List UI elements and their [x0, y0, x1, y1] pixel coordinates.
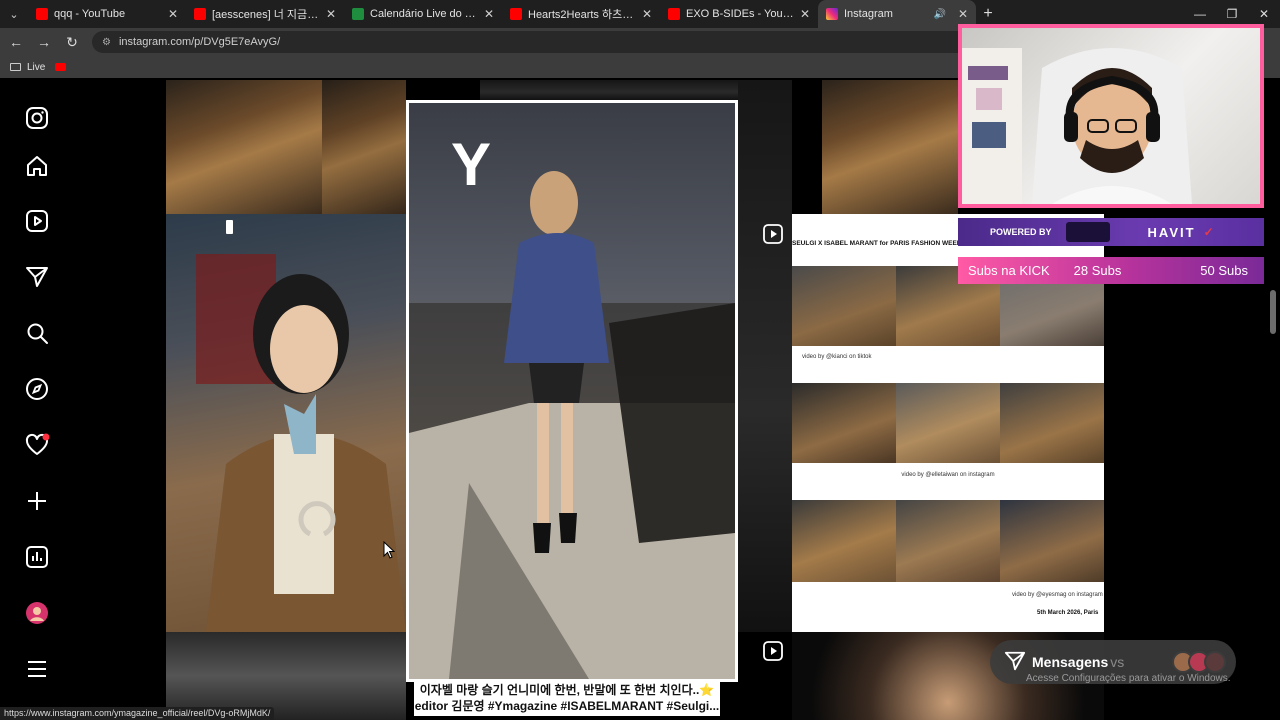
video-credit: video by @elletaiwan on instagram — [901, 472, 995, 478]
messages-label: Mensagens — [1032, 654, 1109, 670]
youtube-icon — [194, 8, 206, 20]
status-bar-url: https://www.instagram.com/ymagazine_offi… — [0, 707, 275, 720]
instagram-icon — [826, 8, 838, 20]
subs-goal: 50 Subs — [1200, 263, 1248, 278]
photo-row — [792, 500, 1104, 582]
tab-title: Hearts2Hearts 하츠투하츠 'RUI — [528, 9, 636, 21]
photo-row — [792, 383, 1104, 463]
create-plus-icon[interactable] — [24, 488, 50, 514]
sponsor-logo-icon — [1065, 222, 1110, 242]
reel-indicator-icon — [226, 220, 233, 234]
direct-messages-icon — [1004, 650, 1026, 675]
tab-title: qqq - YouTube — [54, 8, 126, 20]
address-url: instagram.com/p/DVg5E7eAvyG/ — [118, 36, 281, 48]
post-thumbnail[interactable] — [480, 80, 740, 100]
post-card-date: 5th March 2026, Paris — [1037, 610, 1099, 616]
close-icon[interactable]: ✕ — [168, 7, 178, 21]
tab-0[interactable]: qqq - YouTube ✕ — [28, 0, 186, 28]
instagram-sidebar — [0, 78, 76, 720]
sponsor-mark-icon: ✓ — [1203, 225, 1214, 239]
subs-label: Subs na KICK — [968, 263, 1050, 278]
insights-icon[interactable] — [24, 544, 50, 570]
reload-button[interactable]: ↻ — [60, 30, 84, 54]
tab-title: [aesscenes] 너 지금 어렵다고 할 — [212, 9, 320, 21]
play-icon[interactable] — [763, 224, 783, 244]
avatar — [1204, 651, 1226, 673]
tab-search-button[interactable]: ⌄ — [0, 0, 28, 28]
home-icon[interactable] — [24, 153, 50, 179]
tab-title: Instagram — [844, 8, 893, 20]
tab-5[interactable]: Instagram 🔊 ✕ — [818, 0, 976, 28]
page-scrollbar[interactable] — [1270, 290, 1276, 334]
play-icon[interactable] — [763, 641, 783, 661]
sheets-icon — [352, 8, 364, 20]
youtube-icon — [668, 8, 680, 20]
webcam-illustration — [962, 48, 1192, 204]
tab-2[interactable]: Calendário Live do Tohr - Goog ✕ — [344, 0, 502, 28]
notifications-heart-icon[interactable] — [24, 432, 50, 458]
reel-illustration — [196, 254, 406, 632]
sponsor-name: HAVIT — [1147, 224, 1196, 240]
forward-button[interactable]: → — [32, 30, 56, 54]
streamer-webcam — [958, 24, 1264, 208]
subs-goal-bar: Subs na KICK 28 Subs 50 Subs — [958, 257, 1264, 284]
folder-icon — [10, 63, 21, 71]
y-magazine-logo: Y — [451, 131, 492, 198]
video-credit: video by @kianci on tiktok — [802, 354, 872, 360]
reel-caption: 이자벨 마랑 슬기 언니미에 한번, 반말에 또 한번 치인다..⭐ edito… — [414, 680, 720, 716]
message-avatars — [1172, 651, 1226, 673]
post-thumbnail[interactable] — [738, 80, 792, 632]
post-thumbnail[interactable] — [166, 80, 322, 214]
close-icon[interactable]: ✕ — [800, 7, 810, 21]
tab-title: EXO B-SIDEs - YouTube — [686, 8, 794, 20]
sponsor-banner: POWERED BY HAVIT ✓ — [958, 218, 1264, 246]
tab-1[interactable]: [aesscenes] 너 지금 어렵다고 할 ✕ — [186, 0, 344, 28]
tab-4[interactable]: EXO B-SIDEs - YouTube ✕ — [660, 0, 818, 28]
reels-icon[interactable] — [24, 208, 50, 234]
messages-ghost-text: vs — [1110, 654, 1125, 670]
youtube-icon — [510, 8, 522, 20]
close-icon[interactable]: ✕ — [484, 7, 494, 21]
reel-thumbnail-seulgi[interactable] — [166, 214, 406, 632]
powered-by-label: POWERED BY — [990, 227, 1052, 237]
direct-messages-icon[interactable] — [24, 264, 50, 290]
site-info-icon[interactable]: ⚙ — [102, 37, 111, 48]
close-icon[interactable]: ✕ — [326, 7, 336, 21]
subs-current: 28 Subs — [1073, 263, 1122, 278]
post-thumbnail[interactable] — [822, 80, 958, 214]
more-menu-icon[interactable] — [24, 656, 50, 682]
profile-avatar[interactable] — [24, 600, 50, 626]
new-tab-button[interactable]: + — [976, 5, 1000, 23]
search-icon[interactable] — [24, 320, 50, 346]
tab-3[interactable]: Hearts2Hearts 하츠투하츠 'RUI ✕ — [502, 0, 660, 28]
instagram-logo-icon[interactable] — [24, 105, 50, 131]
runway-video[interactable]: Y — [409, 103, 735, 679]
video-credit: video by @eyesmag on instagram — [1012, 592, 1103, 598]
activate-windows-watermark: Acesse Configurações para ativar o Windo… — [1026, 673, 1231, 684]
tab-title: Calendário Live do Tohr - Goog — [370, 8, 478, 20]
caption-line-1: 이자벨 마랑 슬기 언니미에 한번, 반말에 또 한번 치인다..⭐ — [419, 683, 715, 697]
youtube-icon — [36, 8, 48, 20]
speaker-icon[interactable]: 🔊 — [933, 9, 945, 20]
mouse-cursor-icon — [383, 541, 395, 559]
caption-line-2: editor 김문영 #Ymagazine #ISABELMARANT #Seu… — [414, 699, 720, 713]
back-button[interactable]: ← — [4, 30, 28, 54]
explore-icon[interactable] — [24, 376, 50, 402]
bookmark-folder-live[interactable]: Live — [27, 62, 45, 73]
runway-video-popup[interactable]: Y — [406, 100, 738, 682]
youtube-bookmark-icon[interactable] — [55, 63, 67, 71]
close-icon[interactable]: ✕ — [642, 7, 652, 21]
close-icon[interactable]: ✕ — [958, 7, 968, 21]
post-thumbnail[interactable] — [322, 80, 406, 214]
address-bar[interactable]: ⚙ instagram.com/p/DVg5E7eAvyG/ — [92, 31, 972, 53]
